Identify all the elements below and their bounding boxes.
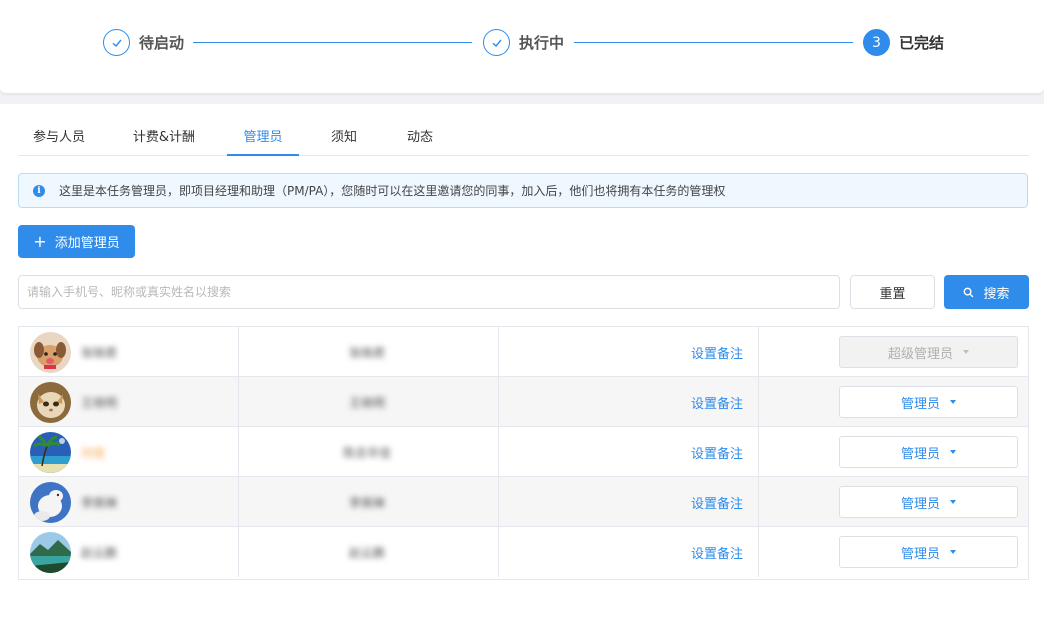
role-value: 超级管理员: [887, 346, 953, 362]
step-check-icon: [103, 29, 130, 56]
step-check-icon: [483, 29, 510, 56]
add-admin-label: 添加管理员: [54, 236, 120, 251]
table-row: 李佩琳 李佩琳 设置备注 管理员: [19, 477, 1028, 527]
role-select[interactable]: 管理员: [839, 486, 1018, 518]
landscape-avatar: [30, 532, 71, 573]
table-row: 王晓明 王晓明 设置备注 管理员: [19, 377, 1028, 427]
member-name: 赵云鹏: [81, 546, 118, 560]
step-connector: [574, 42, 853, 43]
chevron-down-icon: [950, 550, 956, 554]
step-connector: [193, 42, 472, 43]
step-label: 待启动: [139, 34, 185, 52]
chevron-down-icon: [963, 350, 969, 354]
table-row: 刘佳 陈志华佳 设置备注 管理员: [19, 427, 1028, 477]
role-select: 超级管理员: [839, 336, 1018, 368]
add-admin-button[interactable]: + 添加管理员: [18, 225, 135, 258]
step-label: 已完结: [899, 34, 945, 52]
role-value: 管理员: [900, 546, 940, 562]
tab-billing[interactable]: 计费&计酬: [118, 124, 210, 156]
search-input[interactable]: [18, 275, 840, 309]
set-remark-link[interactable]: 设置备注: [691, 493, 743, 512]
set-remark-link[interactable]: 设置备注: [691, 443, 743, 462]
tab-notice[interactable]: 须知: [317, 124, 371, 156]
main-panel: 参与人员 计费&计酬 管理员 须知 动态 i 这里是本任务管理员，即项目经理和助…: [0, 104, 1044, 640]
role-value: 管理员: [900, 396, 940, 412]
member-name: 张晓君: [81, 346, 118, 360]
search-icon: [964, 287, 974, 297]
role-select[interactable]: 管理员: [839, 436, 1018, 468]
tab-bar: 参与人员 计费&计酬 管理员 须知 动态: [18, 124, 1029, 156]
role-value: 管理员: [900, 496, 940, 512]
member-account: 李佩琳: [349, 496, 386, 510]
role-select[interactable]: 管理员: [839, 536, 1018, 568]
admin-table: 张晓君 张晓君 设置备注 超级管理员 王晓明 王晓明 设置备注 管理员 刘佳 陈…: [18, 326, 1029, 580]
step-pending: 待启动: [103, 29, 184, 56]
step-completed: 3 已完结: [863, 29, 944, 56]
chevron-down-icon: [950, 450, 956, 454]
member-name: 刘佳: [81, 446, 106, 460]
set-remark-link[interactable]: 设置备注: [691, 543, 743, 562]
member-account: 陈志华佳: [343, 446, 392, 460]
info-icon: i: [33, 184, 45, 197]
plus-icon: +: [33, 231, 47, 251]
dog-avatar: [30, 482, 71, 523]
step-label: 执行中: [519, 34, 565, 52]
member-account: 张晓君: [349, 346, 386, 360]
search-label: 搜索: [983, 286, 1010, 302]
step-number: 3: [863, 29, 890, 56]
tab-admins[interactable]: 管理员: [227, 124, 299, 156]
reset-button[interactable]: 重置: [850, 275, 935, 309]
role-value: 管理员: [900, 446, 940, 462]
member-name: 王晓明: [81, 396, 118, 410]
member-account: 王晓明: [349, 396, 386, 410]
tab-activity[interactable]: 动态: [391, 124, 449, 156]
puppy-avatar: [30, 332, 71, 373]
cat-avatar: [30, 382, 71, 423]
info-alert: i 这里是本任务管理员，即项目经理和助理（PM/PA），您随时可以在这里邀请您的…: [18, 173, 1028, 208]
member-account: 赵云鹏: [349, 546, 386, 560]
table-row: 张晓君 张晓君 设置备注 超级管理员: [19, 327, 1028, 377]
role-select[interactable]: 管理员: [839, 386, 1018, 418]
set-remark-link[interactable]: 设置备注: [691, 343, 743, 362]
search-button[interactable]: 搜索: [944, 275, 1029, 309]
chevron-down-icon: [950, 400, 956, 404]
step-in-progress: 执行中: [483, 29, 564, 56]
member-name: 李佩琳: [81, 496, 118, 510]
chevron-down-icon: [950, 500, 956, 504]
tab-participants[interactable]: 参与人员: [18, 124, 100, 156]
alert-text: 这里是本任务管理员，即项目经理和助理（PM/PA），您随时可以在这里邀请您的同事…: [59, 184, 726, 198]
table-row: 赵云鹏 赵云鹏 设置备注 管理员: [19, 527, 1028, 577]
progress-steps: 待启动 执行中 3 已完结: [0, 0, 1044, 94]
set-remark-link[interactable]: 设置备注: [691, 393, 743, 412]
beach-avatar: [30, 432, 71, 473]
